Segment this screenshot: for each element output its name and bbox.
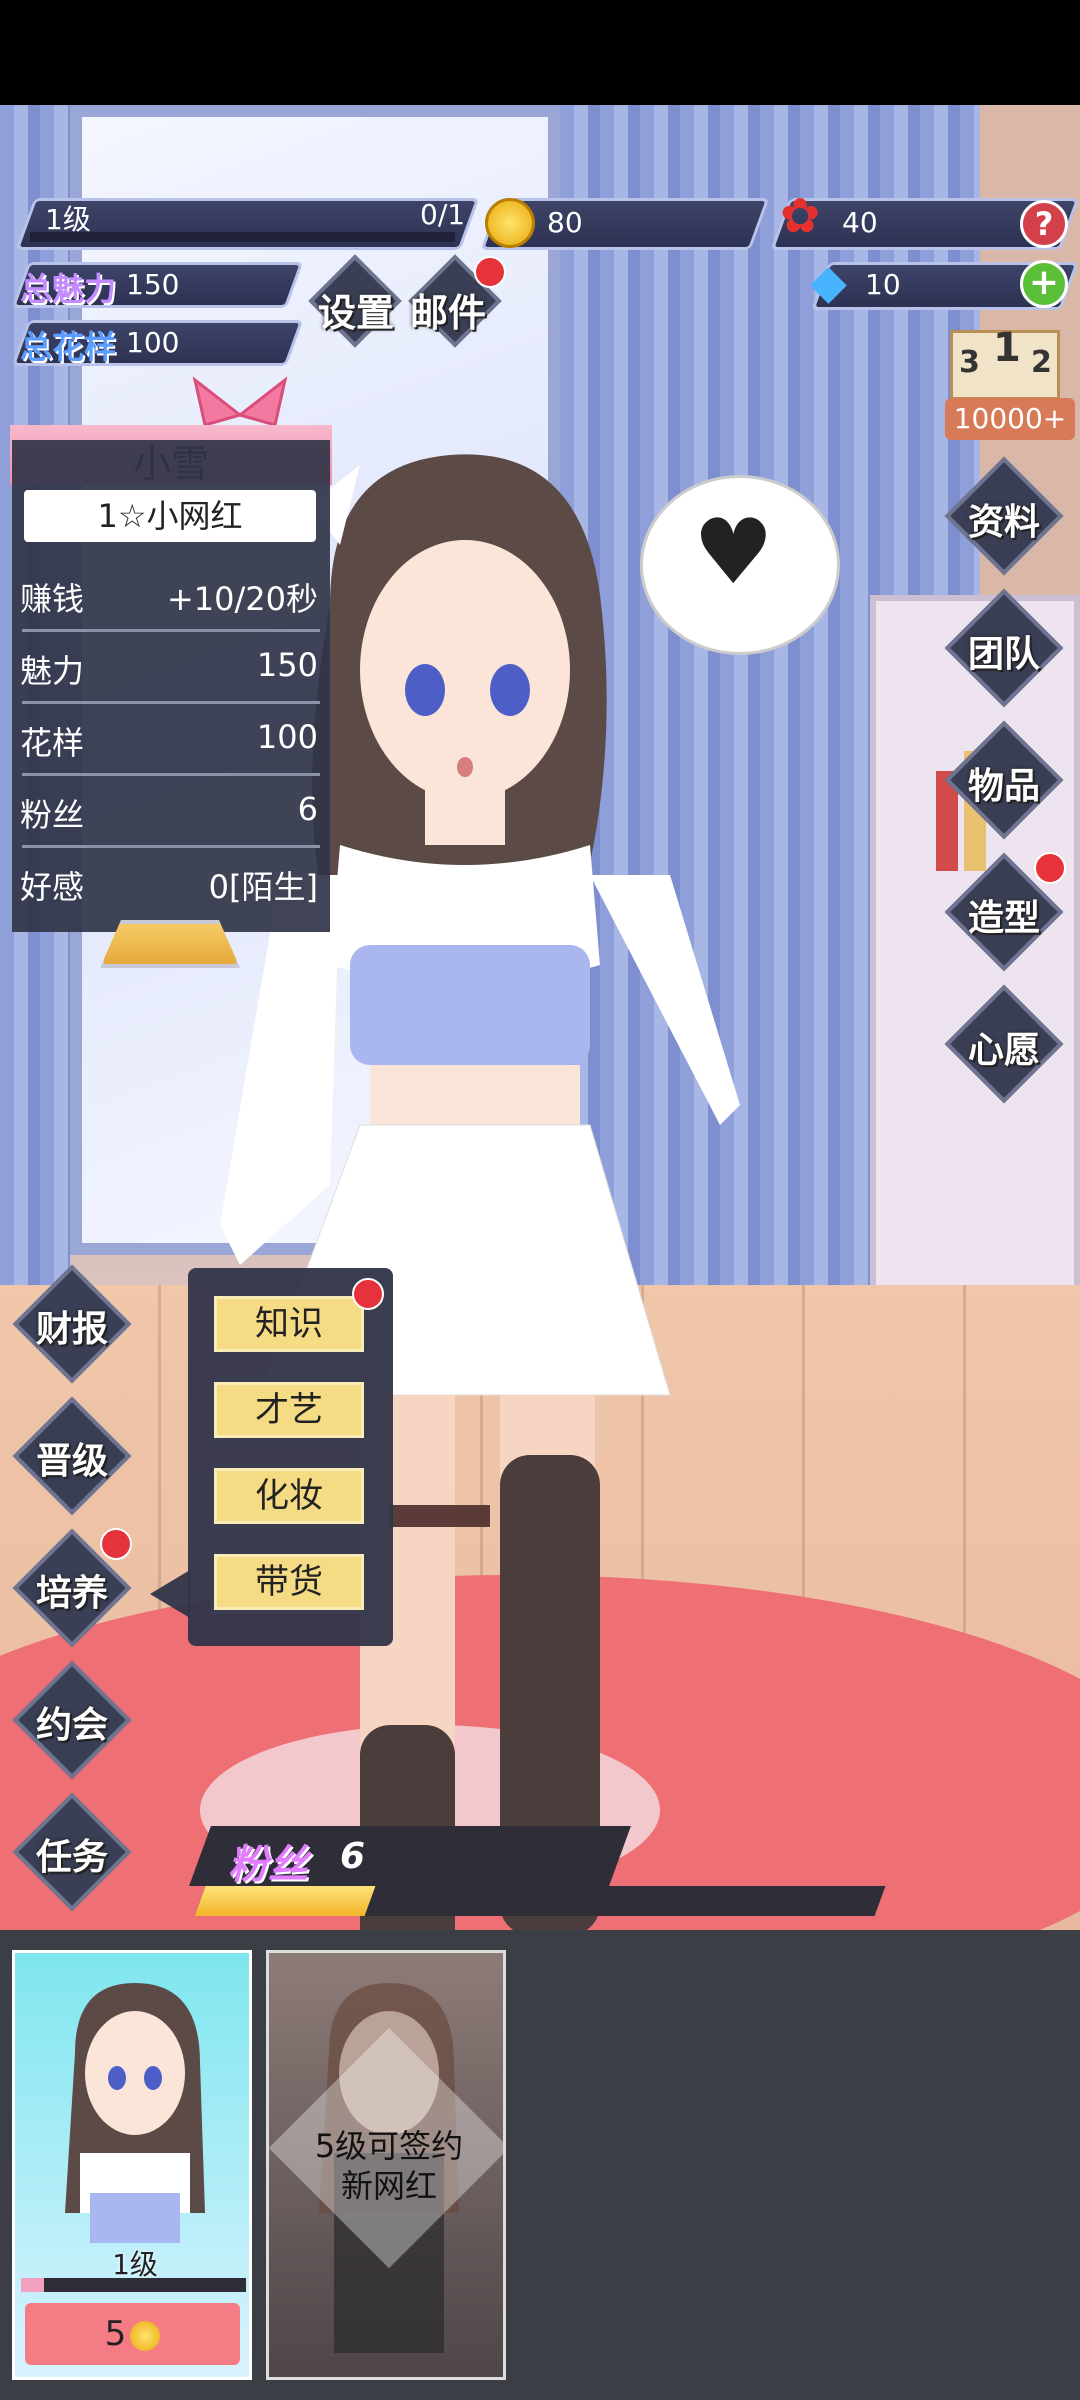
stat-row-charm: 魅力 150 (12, 634, 330, 704)
makeup-button[interactable]: 化妆 (210, 1464, 368, 1528)
knowledge-button[interactable]: 知识 (210, 1292, 368, 1356)
stat-row-pattern: 花样 100 (12, 706, 330, 776)
date-menu-button[interactable]: 约会 (22, 1696, 122, 1748)
mail-button[interactable]: 邮件 (410, 282, 486, 337)
diamond-count: 10 (865, 268, 901, 301)
divider (22, 773, 320, 776)
finance-menu-button[interactable]: 财报 (22, 1300, 122, 1352)
items-menu-button[interactable]: 物品 (954, 757, 1054, 809)
total-charm-value: 150 (126, 268, 180, 301)
unlock-text-line2: 新网红 (340, 2167, 437, 2205)
fans-progress-track (194, 1886, 886, 1916)
character-title: 1☆小网红 (24, 490, 316, 542)
fans-label: 粉丝 (228, 1842, 308, 1888)
stat-label: 花样 (20, 724, 85, 762)
divider (22, 629, 320, 632)
card1-progress-track (21, 2278, 246, 2292)
stat-label: 赚钱 (20, 580, 85, 618)
submenu-pointer (150, 1570, 190, 1618)
stat-label: 魅力 (20, 652, 85, 690)
stat-label: 粉丝 (20, 796, 85, 834)
divider (22, 845, 320, 848)
game-scene: ♥ (0, 105, 1080, 1930)
stat-row-earn: 赚钱 +10/20秒 (12, 562, 330, 632)
card1-level: 1级 (112, 2248, 158, 2281)
train-menu-button[interactable]: 培养 (22, 1564, 122, 1616)
stat-row-fans: 粉丝 6 (12, 778, 330, 848)
level-progress-track (30, 232, 455, 242)
locked-character-card[interactable]: 5级可签约 新网红 (266, 1950, 506, 2380)
divider (22, 701, 320, 704)
add-diamond-button[interactable]: + (1020, 260, 1068, 308)
stat-row-affection: 好感 0[陌生] (12, 850, 330, 920)
diamond-icon: ◆ (810, 254, 847, 310)
rose-count: 40 (842, 206, 878, 239)
train-notification-dot (100, 1528, 132, 1560)
task-menu-button[interactable]: 任务 (22, 1828, 122, 1880)
profile-menu-button[interactable]: 资料 (954, 493, 1054, 545)
promote-menu-button[interactable]: 晋级 (22, 1432, 122, 1484)
wish-menu-button[interactable]: 心愿 (954, 1021, 1054, 1073)
total-pattern-label: 总花样 (20, 328, 117, 366)
total-pattern-value: 100 (126, 326, 180, 359)
style-menu-button[interactable]: 造型 (954, 889, 1054, 941)
coin-icon (485, 198, 535, 248)
fans-value: 6 (340, 1836, 366, 1877)
rose-icon: ✿ (780, 188, 821, 244)
fans-progress-fill (194, 1886, 376, 1916)
stat-value: 100 (256, 718, 318, 756)
rank-value[interactable]: 10000+ (945, 398, 1075, 440)
stat-value: 6 (297, 790, 318, 828)
team-menu-button[interactable]: 团队 (954, 625, 1054, 677)
settings-button[interactable]: 设置 (318, 282, 394, 337)
level-progress-text: 0/1 (420, 198, 466, 231)
upgrade-cost-button[interactable]: 5 (25, 2303, 240, 2365)
stat-value: 150 (256, 646, 318, 684)
livesell-button[interactable]: 带货 (210, 1550, 368, 1614)
coin-icon (130, 2320, 161, 2351)
level-label: 1级 (45, 203, 91, 236)
podium-second: 2 (1031, 345, 1052, 380)
card1-progress-fill (21, 2278, 44, 2292)
heart-icon: ♥ (693, 500, 774, 605)
collapse-panel-button[interactable] (100, 920, 240, 968)
mail-notification-dot (474, 256, 506, 288)
card-portrait-1 (65, 1983, 205, 2243)
profile-panel: 1☆小网红 赚钱 +10/20秒 魅力 150 花样 100 粉丝 6 好感 0… (12, 440, 330, 932)
knowledge-notification-dot (352, 1278, 384, 1310)
stat-value: 0[陌生] (208, 868, 318, 906)
help-button[interactable]: ? (1020, 200, 1068, 248)
total-charm-label: 总魅力 (20, 270, 117, 308)
upgrade-cost-value: 5 (104, 2314, 127, 2354)
podium-first: 1 (993, 325, 1021, 371)
ranking-podium[interactable]: 3 1 2 (950, 325, 1060, 400)
stat-value: +10/20秒 (166, 580, 318, 618)
character-card-xiaoxue[interactable]: 1级 5 (12, 1950, 252, 2380)
talent-button[interactable]: 才艺 (210, 1378, 368, 1442)
emote-bubble: ♥ (640, 475, 840, 655)
coin-count: 80 (547, 206, 583, 239)
podium-third: 3 (959, 345, 980, 380)
stat-label: 好感 (20, 868, 85, 906)
style-notification-dot (1034, 852, 1066, 884)
